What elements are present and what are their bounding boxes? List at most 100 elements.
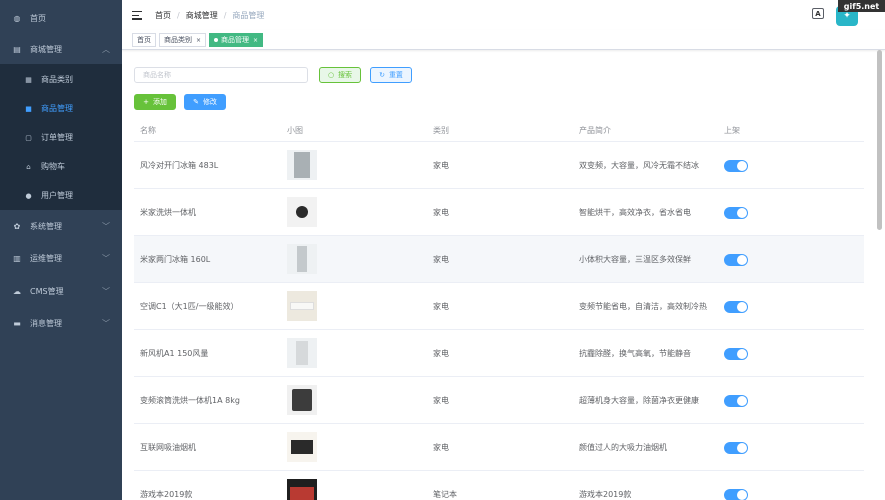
on-sale-switch[interactable]: [724, 207, 748, 219]
chevron-down-icon: ﹀: [102, 221, 110, 231]
submenu-item-user[interactable]: ● 用户管理: [0, 181, 122, 210]
cart-icon: ⌂: [26, 162, 31, 171]
cell-name: 米家洗烘一体机: [140, 208, 196, 217]
on-sale-switch[interactable]: [724, 160, 748, 172]
menu-item-label: 首页: [30, 13, 46, 23]
close-icon[interactable]: ×: [253, 37, 258, 44]
goods-table: 名称 小图 类别 产品简介 上架 风冷对开门冰箱 483L 家电 双变频，大容量…: [134, 118, 864, 500]
cell-name: 风冷对开门冰箱 483L: [140, 161, 219, 170]
chevron-down-icon: ﹀: [102, 253, 110, 263]
menu-item-system[interactable]: ✿ 系统管理 ﹀: [0, 211, 122, 241]
shop-icon: ▤: [13, 44, 21, 54]
gear-icon: ✿: [13, 221, 21, 231]
cell-name: 变频滚筒洗烘一体机1A 8kg: [140, 396, 240, 405]
table-row[interactable]: 变频滚筒洗烘一体机1A 8kg 家电 超薄机身大容量，除菌净衣更健康: [134, 377, 864, 424]
product-thumbnail: [287, 244, 317, 274]
tag-goods[interactable]: 商品管理 ×: [209, 33, 264, 47]
table-row[interactable]: 空调C1（大1匹/一级能效） 家电 变频节能省电，自清洁，高效制冷热: [134, 283, 864, 330]
plus-icon: +: [143, 98, 149, 106]
cell-desc: 变频节能省电，自清洁，高效制冷热: [579, 302, 707, 311]
product-thumbnail: [287, 385, 317, 415]
menu-item-ops[interactable]: ▥ 运维管理 ﹀: [0, 243, 122, 273]
product-thumbnail: [287, 338, 317, 368]
on-sale-switch[interactable]: [724, 489, 748, 500]
submenu-item-label: 用户管理: [41, 191, 73, 200]
add-button[interactable]: + 添加: [134, 94, 176, 110]
table-row[interactable]: 互联网吸油烟机 家电 颜值过人的大吸力油烟机: [134, 424, 864, 471]
submenu-item-category[interactable]: ▦ 商品类别: [0, 65, 122, 94]
cell-name: 空调C1（大1匹/一级能效）: [140, 302, 239, 311]
submenu-item-label: 商品类别: [41, 75, 73, 84]
submenu-item-order[interactable]: ▢ 订单管理: [0, 123, 122, 152]
column-header-name: 名称: [140, 126, 156, 135]
cell-desc: 小体积大容量，三温区多效保鲜: [579, 255, 691, 264]
search-button-label: 搜索: [338, 71, 353, 79]
scrollbar-thumb[interactable]: [877, 50, 882, 230]
on-sale-switch[interactable]: [724, 301, 748, 313]
user-icon: ●: [25, 191, 32, 200]
cell-desc: 智能烘干，高效净衣，省水省电: [579, 208, 691, 217]
tag-home[interactable]: 首页: [132, 33, 156, 47]
cell-desc: 抗霾除醛，换气高氧，节能静音: [579, 349, 691, 358]
menu-item-message[interactable]: ▬ 消息管理 ﹀: [0, 308, 122, 338]
search-input[interactable]: 商品名称: [134, 67, 308, 83]
close-icon[interactable]: ×: [196, 37, 201, 44]
breadcrumb-item-home[interactable]: 首页: [155, 10, 171, 21]
chevron-up-icon: ︿: [102, 44, 110, 54]
search-button[interactable]: ○ 搜索: [319, 67, 361, 83]
menu-item-label: 系统管理: [30, 221, 62, 231]
chevron-down-icon: ﹀: [102, 318, 110, 328]
on-sale-switch[interactable]: [724, 395, 748, 407]
cell-category: 家电: [433, 161, 449, 170]
table-row[interactable]: 风冷对开门冰箱 483L 家电 双变频，大容量，风冷无霜不结冰: [134, 142, 864, 189]
submenu-item-label: 购物车: [41, 162, 65, 171]
menu-item-home[interactable]: ◍ 首页: [0, 3, 122, 33]
breadcrumb-separator: /: [177, 11, 180, 20]
table-row[interactable]: 新风机A1 150风量 家电 抗霾除醛，换气高氧，节能静音: [134, 330, 864, 377]
table-row[interactable]: 米家洗烘一体机 家电 智能烘干，高效净衣，省水省电: [134, 189, 864, 236]
product-thumbnail: [287, 150, 317, 180]
column-header-desc: 产品简介: [579, 126, 611, 135]
submenu-item-label: 订单管理: [41, 133, 73, 142]
product-thumbnail: [287, 432, 317, 462]
cell-category: 家电: [433, 255, 449, 264]
submenu-item-goods[interactable]: ■ 商品管理: [0, 94, 122, 123]
table-row[interactable]: 游戏本2019款 笔记本 游戏本2019款: [134, 471, 864, 500]
edit-button[interactable]: ✎ 修改: [184, 94, 226, 110]
language-icon-text: A: [815, 9, 821, 18]
breadcrumb-item-current: 商品管理: [232, 11, 265, 20]
cell-category: 家电: [433, 302, 449, 311]
reset-button[interactable]: ↻ 重置: [370, 67, 412, 83]
on-sale-switch[interactable]: [724, 442, 748, 454]
cell-name: 新风机A1 150风量: [140, 349, 209, 358]
tag-category[interactable]: 商品类别 ×: [159, 33, 207, 47]
scrollbar[interactable]: [876, 50, 883, 500]
submenu: ▦ 商品类别 ■ 商品管理 ▢ 订单管理 ⌂ 购物车 ● 用户管理: [0, 64, 122, 210]
cell-name: 游戏本2019款: [140, 490, 193, 499]
active-dot-icon: [214, 38, 218, 42]
menu-item-label: 运维管理: [30, 253, 62, 263]
column-header-category: 类别: [433, 126, 449, 135]
cell-desc: 游戏本2019款: [579, 490, 632, 499]
menu-item-label: CMS管理: [30, 286, 64, 296]
menu-item-cms[interactable]: ☁ CMS管理 ﹀: [0, 276, 122, 306]
table-row[interactable]: 米家两门冰箱 160L 家电 小体积大容量，三温区多效保鲜: [134, 236, 864, 283]
hamburger-icon[interactable]: [132, 11, 142, 20]
submenu-item-cart[interactable]: ⌂ 购物车: [0, 152, 122, 181]
message-icon: ▬: [13, 318, 21, 328]
search-input-placeholder: 商品名称: [143, 71, 171, 79]
monitor-icon: ▥: [13, 253, 21, 263]
breadcrumb-item-mall[interactable]: 商城管理: [186, 10, 218, 21]
cell-name: 米家两门冰箱 160L: [140, 255, 211, 264]
cell-desc: 双变频，大容量，风冷无霜不结冰: [579, 161, 699, 170]
on-sale-switch[interactable]: [724, 348, 748, 360]
cloud-icon: ☁: [13, 286, 21, 296]
column-header-image: 小图: [287, 126, 303, 135]
language-icon[interactable]: A: [812, 8, 824, 19]
menu-item-label: 商城管理: [30, 44, 62, 54]
on-sale-switch[interactable]: [724, 254, 748, 266]
dashboard-icon: ◍: [13, 13, 21, 23]
tags-view: 首页 商品类别 × 商品管理 ×: [122, 30, 885, 50]
cell-category: 笔记本: [433, 490, 457, 499]
menu-item-mall[interactable]: ▤ 商城管理 ︿: [0, 34, 122, 64]
